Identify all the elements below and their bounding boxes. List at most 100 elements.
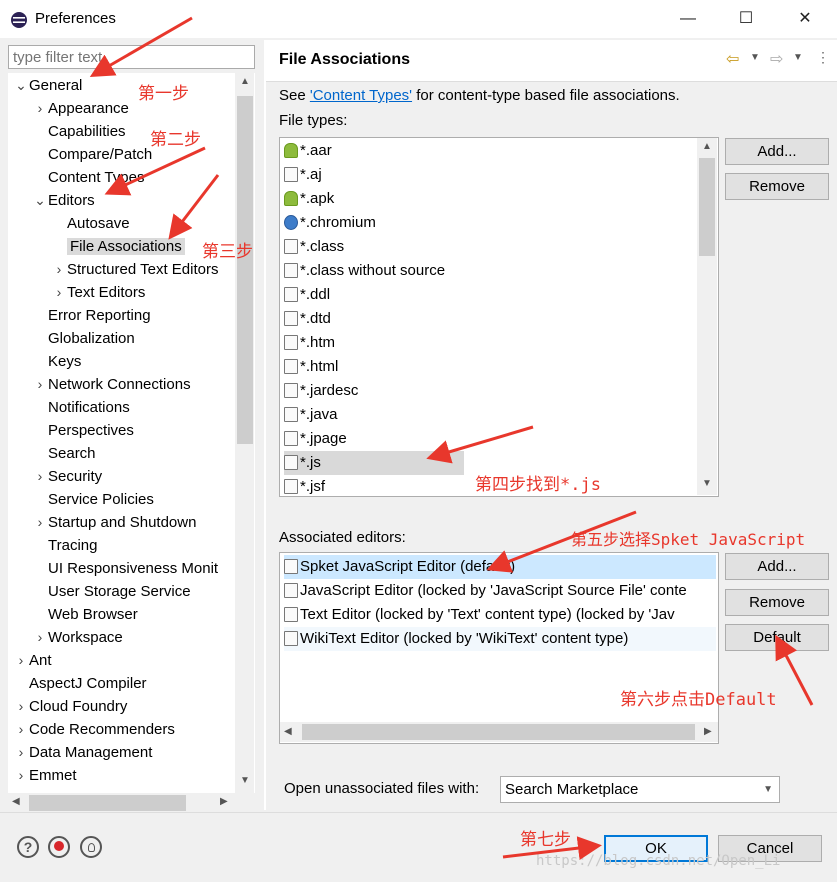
file-types-scroll-thumb[interactable] [699, 158, 715, 256]
collapse-chevron-icon[interactable]: › [32, 97, 48, 120]
content-types-link[interactable]: 'Content Types' [310, 87, 412, 104]
tree-item[interactable]: Tracing [32, 534, 97, 557]
collapse-chevron-icon[interactable]: › [13, 695, 29, 718]
tree-item[interactable]: › Network Connections [32, 373, 191, 396]
tree-item[interactable]: Compare/Patch [32, 143, 152, 166]
forward-icon[interactable]: ⇨ [770, 49, 783, 69]
tree-item[interactable]: Keys [32, 350, 81, 373]
tree-item[interactable]: › Text Editors [51, 281, 146, 304]
scroll-left-icon[interactable]: ◀ [12, 796, 20, 807]
expand-chevron-icon[interactable]: ⌄ [13, 74, 29, 97]
record-icon[interactable] [48, 836, 70, 858]
editor-row[interactable]: JavaScript Editor (locked by 'JavaScript… [284, 579, 716, 603]
tree-item[interactable]: › Security [32, 465, 103, 488]
close-button[interactable]: ✕ [785, 4, 825, 34]
tree-item[interactable]: Service Policies [32, 488, 154, 511]
tree-item[interactable]: ⌄ Editors [32, 189, 95, 212]
tree-item[interactable]: Content Types [32, 166, 144, 189]
file-type-row[interactable]: *.apk [284, 187, 334, 211]
back-icon[interactable]: ⇦ [726, 49, 739, 69]
associated-editors-list[interactable]: Spket JavaScript Editor (default) JavaScr… [279, 552, 719, 744]
tree-item[interactable]: Capabilities [32, 120, 126, 143]
file-type-remove-button[interactable]: Remove [725, 173, 829, 200]
scroll-right-icon[interactable]: ▶ [220, 796, 228, 807]
editors-hscroll-thumb[interactable] [302, 724, 695, 740]
tree-item[interactable]: Web Browser [32, 603, 138, 626]
collapse-chevron-icon[interactable]: › [32, 373, 48, 396]
tree-item[interactable]: › Code Recommenders [13, 718, 175, 741]
back-menu-icon[interactable]: ▼ [750, 52, 760, 63]
file-type-row[interactable]: *.jsf [284, 475, 326, 496]
file-type-row[interactable]: *.chromium [284, 211, 376, 235]
tree-item[interactable]: User Storage Service [32, 580, 191, 603]
editor-row[interactable]: WikiText Editor (locked by 'WikiText' co… [284, 627, 716, 651]
editor-add-button[interactable]: Add... [725, 553, 829, 580]
file-type-row[interactable]: *.ddl [284, 283, 330, 307]
tree-item[interactable]: Perspectives [32, 419, 134, 442]
tree-item[interactable]: › Cloud Foundry [13, 695, 128, 718]
maximize-button[interactable]: ☐ [726, 4, 766, 34]
ft-scroll-up-icon[interactable]: ▲ [702, 141, 712, 152]
tree-item[interactable]: Autosave [51, 212, 130, 235]
tree-item[interactable]: › Ant [13, 649, 52, 672]
tree-item[interactable]: UI Responsiveness Monit [32, 557, 218, 580]
tree-item[interactable]: AspectJ Compiler [13, 672, 147, 695]
file-type-row[interactable]: *.aar [284, 139, 332, 163]
collapse-chevron-icon[interactable]: › [51, 281, 67, 304]
collapse-chevron-icon[interactable]: › [13, 649, 29, 672]
file-type-row[interactable]: *.dtd [284, 307, 331, 331]
collapse-chevron-icon[interactable]: › [32, 511, 48, 534]
file-type-row[interactable]: *.html [284, 355, 338, 379]
tree-item[interactable]: Error Reporting [32, 304, 151, 327]
file-type-row[interactable]: *.jardesc [284, 379, 358, 403]
tree-item[interactable]: › Emmet [13, 764, 77, 787]
file-type-row[interactable]: *.class [284, 235, 344, 259]
file-type-label: *.jsf [300, 478, 326, 495]
file-type-add-button[interactable]: Add... [725, 138, 829, 165]
editor-default-button[interactable]: Default [725, 624, 829, 651]
page-header: File Associations ⇦ ▼ ⇨ ▼ ⋮ [266, 40, 837, 82]
tree-hscroll-thumb[interactable] [29, 795, 186, 811]
preference-tree[interactable]: ⌄ General › Appearance Capabilities Compare/P… [8, 73, 255, 793]
expand-chevron-icon[interactable]: ⌄ [32, 189, 48, 212]
help-icon[interactable]: ? [17, 836, 39, 858]
tree-item[interactable]: File Associations [51, 235, 185, 258]
view-menu-icon[interactable]: ⋮ [816, 49, 830, 66]
file-type-row[interactable]: *.jpage [284, 427, 347, 451]
tree-item[interactable]: Globalization [32, 327, 135, 350]
collapse-chevron-icon[interactable]: › [32, 465, 48, 488]
unassociated-select[interactable]: Search Marketplace ▼ [500, 776, 780, 803]
collapse-chevron-icon[interactable]: › [32, 626, 48, 649]
tree-item[interactable]: ⌄ General [13, 74, 82, 97]
tips-icon[interactable] [80, 836, 102, 858]
tree-item[interactable]: › Data Management [13, 741, 153, 764]
tree-item[interactable]: Notifications [32, 396, 130, 419]
file-type-row[interactable]: *.js [284, 451, 464, 475]
tree-item[interactable]: › Startup and Shutdown [32, 511, 197, 534]
file-type-row[interactable]: *.java [284, 403, 338, 427]
scroll-up-icon[interactable]: ▲ [240, 76, 250, 87]
tree-item[interactable]: › Structured Text Editors [51, 258, 219, 281]
collapse-chevron-icon[interactable]: › [13, 741, 29, 764]
file-type-row[interactable]: *.htm [284, 331, 335, 355]
ed-scroll-right-icon[interactable]: ▶ [704, 726, 712, 737]
editor-remove-button[interactable]: Remove [725, 589, 829, 616]
scroll-down-icon[interactable]: ▼ [240, 775, 250, 786]
editor-row[interactable]: Spket JavaScript Editor (default) [284, 555, 716, 579]
forward-menu-icon[interactable]: ▼ [793, 52, 803, 63]
tree-item[interactable]: Search [32, 442, 96, 465]
collapse-chevron-icon[interactable]: › [13, 764, 29, 787]
collapse-chevron-icon[interactable]: › [51, 258, 67, 281]
file-type-row[interactable]: *.class without source [284, 259, 445, 283]
filter-input[interactable] [8, 45, 255, 69]
tree-scroll-thumb[interactable] [237, 96, 253, 444]
tree-item[interactable]: › Appearance [32, 97, 129, 120]
file-type-row[interactable]: *.aj [284, 163, 322, 187]
ft-scroll-down-icon[interactable]: ▼ [702, 478, 712, 489]
collapse-chevron-icon[interactable]: › [13, 718, 29, 741]
minimize-button[interactable]: — [668, 4, 708, 34]
editor-row[interactable]: Text Editor (locked by 'Text' content ty… [284, 603, 716, 627]
tree-item[interactable]: › Workspace [32, 626, 123, 649]
ed-scroll-left-icon[interactable]: ◀ [284, 726, 292, 737]
file-types-list[interactable]: *.aar *.aj *.apk *.chromium *.class *.class w… [279, 137, 719, 497]
